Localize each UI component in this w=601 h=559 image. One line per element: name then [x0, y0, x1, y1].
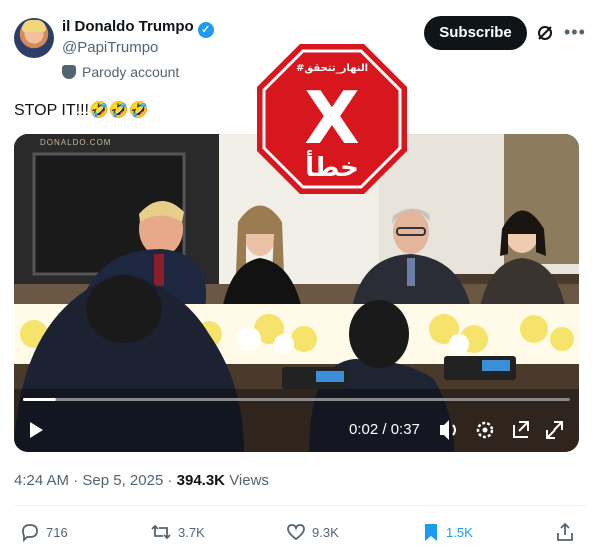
bookmark-icon	[425, 524, 437, 541]
parody-label-text: Parody account	[82, 64, 180, 80]
heart-icon	[287, 524, 305, 541]
share-button[interactable]	[555, 520, 581, 544]
repost-button[interactable]: 3.7K	[150, 520, 205, 544]
verified-badge-icon[interactable]: ✓	[197, 22, 214, 38]
more-options-icon[interactable]: •••	[564, 22, 586, 43]
views-label: Views	[229, 472, 269, 489]
divider	[14, 505, 587, 506]
parody-label: Parody account	[62, 64, 179, 80]
picture-in-picture-icon[interactable]	[513, 421, 529, 438]
handle[interactable]: @PapiTrumpo	[62, 39, 158, 56]
video-progress-track[interactable]	[23, 398, 570, 401]
tweet-date[interactable]: Sep 5, 2025	[82, 472, 163, 489]
meta-separator: ·	[167, 472, 173, 489]
tweet-meta: 4:24 AM · Sep 5, 2025 · 394.3K Views	[14, 472, 269, 489]
reply-count: 716	[46, 524, 68, 540]
display-name[interactable]: il Donaldo Trumpo ✓	[62, 18, 214, 38]
volume-icon[interactable]	[440, 420, 456, 440]
video-progress-fill	[23, 398, 56, 401]
tweet-time[interactable]: 4:24 AM	[14, 472, 69, 489]
false-rating-stamp: #النهار_تتحقق X خطأ	[257, 44, 407, 194]
like-button[interactable]: 9.3K	[286, 520, 339, 544]
like-count: 9.3K	[312, 524, 339, 540]
subscribe-button[interactable]: Subscribe	[424, 16, 527, 50]
bookmark-button[interactable]: 1.5K	[422, 520, 473, 544]
tweet-text: STOP IT!!!🤣🤣🤣	[14, 102, 149, 119]
stamp-word: خطأ	[305, 150, 359, 183]
reply-icon	[22, 524, 38, 542]
repost-count: 3.7K	[178, 524, 205, 540]
stamp-hashtag: #النهار_تتحقق	[296, 63, 368, 74]
video-time: 0:02 / 0:37	[349, 421, 420, 438]
bookmark-count: 1.5K	[446, 524, 473, 540]
avatar[interactable]	[14, 18, 54, 58]
parody-mask-icon	[62, 65, 76, 79]
play-icon[interactable]	[30, 422, 43, 438]
share-icon	[557, 522, 573, 541]
views-count: 394.3K	[176, 472, 226, 489]
reply-button[interactable]: 716	[20, 520, 68, 544]
settings-icon[interactable]	[476, 421, 494, 439]
meta-separator: ·	[73, 472, 79, 489]
fullscreen-icon[interactable]	[546, 421, 563, 439]
grok-icon[interactable]	[536, 24, 554, 42]
tweet-actions: 716 3.7K 9.3K 1.5K	[14, 520, 579, 544]
stamp-mark: X	[304, 76, 360, 160]
repost-icon	[151, 524, 171, 540]
display-name-text[interactable]: il Donaldo Trumpo	[62, 18, 194, 35]
